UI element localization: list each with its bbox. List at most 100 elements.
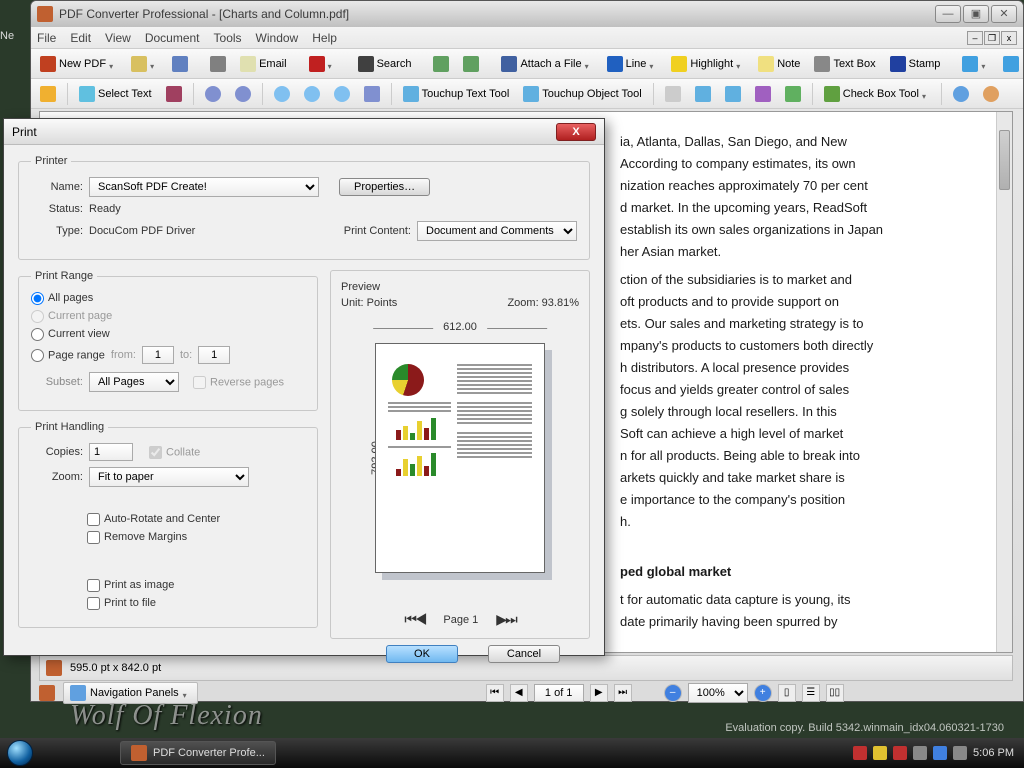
zoom-out-button[interactable] bbox=[299, 83, 325, 105]
undo-button[interactable] bbox=[948, 83, 974, 105]
mdi-restore[interactable]: ❐ bbox=[984, 31, 1000, 45]
preview-first-button[interactable]: ⏮◀ bbox=[404, 611, 425, 628]
save-button[interactable] bbox=[167, 53, 193, 75]
dialog-close-button[interactable]: X bbox=[556, 123, 596, 141]
tray-icon[interactable] bbox=[913, 746, 927, 760]
cancel-button[interactable]: Cancel bbox=[488, 645, 560, 663]
page-input[interactable] bbox=[534, 684, 584, 702]
prev-view-button[interactable] bbox=[200, 83, 226, 105]
convert-button[interactable] bbox=[304, 53, 341, 75]
subset-select[interactable]: All Pages bbox=[89, 372, 179, 392]
zoom-in-btn[interactable]: + bbox=[754, 684, 772, 702]
zoom-in-button[interactable] bbox=[269, 83, 295, 105]
tray-icon[interactable] bbox=[853, 746, 867, 760]
range-page-range-radio[interactable]: Page range bbox=[31, 349, 105, 362]
nav-icon bbox=[39, 685, 55, 701]
vertical-scrollbar[interactable] bbox=[996, 112, 1012, 652]
form2-button[interactable] bbox=[998, 53, 1024, 75]
rotate-cw-button[interactable] bbox=[458, 53, 484, 75]
view-cont[interactable]: ☰ bbox=[802, 684, 820, 702]
maximize-button[interactable]: ▣ bbox=[963, 5, 989, 23]
movie-button[interactable] bbox=[750, 83, 776, 105]
check-box-tool-button[interactable]: Check Box Tool bbox=[819, 83, 935, 105]
menu-edit[interactable]: Edit bbox=[70, 31, 91, 45]
redo-button[interactable] bbox=[978, 83, 1004, 105]
touchup-text-button[interactable]: Touchup Text Tool bbox=[398, 83, 515, 105]
loupe-button[interactable] bbox=[359, 83, 385, 105]
hand-tool-button[interactable] bbox=[35, 83, 61, 105]
zoom-out-btn[interactable]: – bbox=[664, 684, 682, 702]
close-button[interactable]: ✕ bbox=[991, 5, 1017, 23]
preview-page-label: Page 1 bbox=[443, 614, 478, 626]
preview-last-button[interactable]: ▶⏭ bbox=[496, 611, 515, 628]
zoom-mode-select[interactable]: Fit to paper bbox=[89, 467, 249, 487]
tray-icon[interactable] bbox=[873, 746, 887, 760]
form-button[interactable] bbox=[957, 53, 994, 75]
menu-document[interactable]: Document bbox=[145, 31, 200, 45]
remove-margins-check[interactable]: Remove Margins bbox=[87, 531, 187, 543]
new-pdf-button[interactable]: New PDF bbox=[35, 53, 122, 75]
next-page-button[interactable]: ▶ bbox=[590, 684, 608, 702]
prev-page-button[interactable]: ◀ bbox=[510, 684, 528, 702]
mdi-minimize[interactable]: – bbox=[967, 31, 983, 45]
clock[interactable]: 5:06 PM bbox=[973, 747, 1014, 759]
mdi-close[interactable]: x bbox=[1001, 31, 1017, 45]
menu-tools[interactable]: Tools bbox=[214, 31, 242, 45]
bar-chart-icon bbox=[396, 416, 451, 440]
email-button[interactable]: Email bbox=[235, 53, 292, 75]
crop-button[interactable] bbox=[720, 83, 746, 105]
tray-icon[interactable] bbox=[893, 746, 907, 760]
range-to-input[interactable] bbox=[198, 346, 230, 364]
auto-rotate-check[interactable]: Auto-Rotate and Center bbox=[87, 513, 220, 525]
first-page-button[interactable]: ⏮ bbox=[486, 684, 504, 702]
pointer-button[interactable] bbox=[660, 83, 686, 105]
attach-file-button[interactable]: Attach a File bbox=[496, 53, 597, 75]
link-button[interactable] bbox=[690, 83, 716, 105]
properties-button[interactable]: Properties… bbox=[339, 178, 430, 196]
range-from-input[interactable] bbox=[142, 346, 174, 364]
search-button[interactable]: Search bbox=[353, 53, 417, 75]
print-button[interactable] bbox=[205, 53, 231, 75]
open-button[interactable] bbox=[126, 53, 163, 75]
app-icon bbox=[37, 6, 53, 22]
print-handling-group: Print Handling Copies: Collate Zoom: Fit… bbox=[18, 421, 318, 628]
copies-input[interactable] bbox=[89, 443, 133, 461]
printer-name-select[interactable]: ScanSoft PDF Create! bbox=[89, 177, 319, 197]
menu-file[interactable]: File bbox=[37, 31, 56, 45]
sound-button[interactable] bbox=[780, 83, 806, 105]
system-tray[interactable]: 5:06 PM bbox=[853, 746, 1024, 760]
range-all-radio[interactable]: All pages bbox=[31, 292, 93, 304]
menu-help[interactable]: Help bbox=[312, 31, 337, 45]
stamp-button[interactable]: Stamp bbox=[885, 53, 946, 75]
rotate-ccw-button[interactable] bbox=[428, 53, 454, 75]
note-button[interactable]: Note bbox=[753, 53, 805, 75]
view-single[interactable]: ▯ bbox=[778, 684, 796, 702]
taskbar-app-button[interactable]: PDF Converter Profe... bbox=[120, 741, 276, 765]
print-as-image-check[interactable]: Print as image bbox=[87, 579, 174, 591]
zoom-dyn-button[interactable] bbox=[329, 83, 355, 105]
snapshot-button[interactable] bbox=[161, 83, 187, 105]
highlight-button[interactable]: Highlight bbox=[666, 53, 749, 75]
print-content-select[interactable]: Document and Comments bbox=[417, 221, 577, 241]
printer-group: Printer Name: ScanSoft PDF Create! Prope… bbox=[18, 155, 590, 260]
titlebar[interactable]: PDF Converter Professional - [Charts and… bbox=[31, 1, 1023, 27]
menu-view[interactable]: View bbox=[105, 31, 131, 45]
range-current-view-radio[interactable]: Current view bbox=[31, 328, 110, 340]
select-text-button[interactable]: Select Text bbox=[74, 83, 157, 105]
line-tool-button[interactable]: Line bbox=[602, 53, 663, 75]
window-title: PDF Converter Professional - [Charts and… bbox=[59, 7, 935, 21]
zoom-select[interactable]: 100% bbox=[688, 683, 748, 703]
minimize-button[interactable]: — bbox=[935, 5, 961, 23]
volume-icon[interactable] bbox=[953, 746, 967, 760]
ok-button[interactable]: OK bbox=[386, 645, 458, 663]
print-to-file-check[interactable]: Print to file bbox=[87, 597, 156, 609]
view-facing[interactable]: ▯▯ bbox=[826, 684, 844, 702]
next-view-button[interactable] bbox=[230, 83, 256, 105]
dialog-titlebar[interactable]: Print X bbox=[4, 119, 604, 145]
menu-window[interactable]: Window bbox=[256, 31, 299, 45]
text-box-button[interactable]: Text Box bbox=[809, 53, 880, 75]
touchup-object-button[interactable]: Touchup Object Tool bbox=[518, 83, 646, 105]
last-page-button[interactable]: ⏭ bbox=[614, 684, 632, 702]
network-icon[interactable] bbox=[933, 746, 947, 760]
start-button[interactable] bbox=[0, 738, 40, 768]
